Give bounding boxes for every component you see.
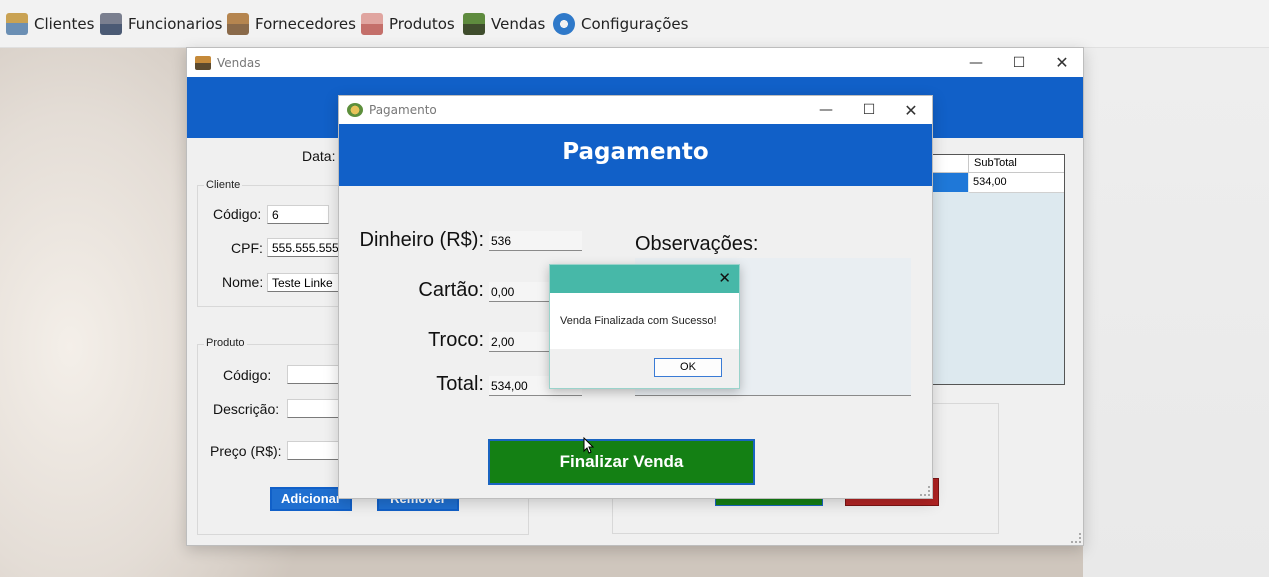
message-box-body: Venda Finalizada com Sucesso! <box>550 293 739 349</box>
menu-vendas-label: Vendas <box>491 15 546 33</box>
vendas-title: Vendas <box>217 55 261 70</box>
cliente-nome-label: Nome: <box>222 274 264 290</box>
confirm-sale-button[interactable] <box>715 498 823 506</box>
menu-funcionarios-label: Funcionarios <box>128 15 223 33</box>
dinheiro-label: Dinheiro (R$): <box>359 229 484 251</box>
ok-button[interactable]: OK <box>654 358 722 377</box>
maximize-button[interactable]: ☐ <box>997 48 1041 77</box>
menu-fornecedores-label: Fornecedores <box>255 15 356 33</box>
success-message-box: ✕ Venda Finalizada com Sucesso! OK <box>549 264 740 389</box>
close-icon[interactable]: ✕ <box>718 269 731 287</box>
cliente-nome-field[interactable]: Teste Linke <box>267 273 339 292</box>
sales-icon <box>195 55 211 70</box>
employees-icon <box>100 13 122 35</box>
troco-label: Troco: <box>428 329 484 351</box>
minimize-button[interactable]: — <box>954 48 998 77</box>
minimize-button[interactable]: — <box>804 96 848 124</box>
pagamento-header: Pagamento <box>339 124 932 186</box>
itens-grid[interactable]: SubTotal 534,00 <box>931 154 1065 385</box>
menu-clientes[interactable]: Clientes <box>6 11 94 37</box>
clients-icon <box>6 13 28 35</box>
produto-preco-label: Preço (R$): <box>210 443 282 459</box>
suppliers-icon <box>227 13 249 35</box>
maximize-button[interactable]: ☐ <box>847 96 891 124</box>
menu-vendas[interactable]: Vendas <box>463 11 545 37</box>
grid-row[interactable]: 534,00 <box>969 173 1064 193</box>
menu-produtos-label: Produtos <box>389 15 455 33</box>
payment-icon <box>347 103 363 117</box>
dinheiro-field[interactable]: 536 <box>489 231 582 251</box>
menu-fornecedores[interactable]: Fornecedores <box>227 11 356 37</box>
grid-header-divider <box>968 155 969 172</box>
close-button[interactable]: ✕ <box>1040 48 1084 77</box>
resize-grip[interactable] <box>920 486 930 496</box>
observacoes-label: Observações: <box>635 233 759 255</box>
produto-descricao-label: Descrição: <box>213 401 280 417</box>
menu-clientes-label: Clientes <box>34 15 95 33</box>
message-text: Venda Finalizada com Sucesso! <box>560 315 717 327</box>
menu-produtos[interactable]: Produtos <box>361 11 455 37</box>
sales-icon <box>463 13 485 35</box>
close-button[interactable]: ✕ <box>889 96 933 124</box>
desktop-background-right <box>1083 47 1269 577</box>
mouse-cursor-icon <box>583 437 595 454</box>
finalizar-venda-button[interactable]: Finalizar Venda <box>488 439 755 485</box>
settings-gear-icon <box>553 13 575 35</box>
grid-header: SubTotal <box>932 155 1064 173</box>
total-label: Total: <box>436 373 484 395</box>
menu-funcionarios[interactable]: Funcionarios <box>100 11 222 37</box>
main-menu-bar: Clientes Funcionarios Fornecedores Produ… <box>0 0 1269 48</box>
cliente-cpf-field[interactable]: 555.555.555- <box>267 238 339 257</box>
produto-group-title: Produto <box>204 337 247 349</box>
cliente-group-title: Cliente <box>204 179 243 191</box>
data-label: Data: <box>302 148 336 164</box>
produto-descricao-field[interactable] <box>287 399 339 418</box>
produto-codigo-field[interactable] <box>287 365 339 384</box>
cliente-codigo-label: Código: <box>213 206 262 222</box>
grid-selected-cell[interactable] <box>932 173 968 192</box>
grid-row-subtotal: 534,00 <box>973 176 1007 188</box>
products-icon <box>361 13 383 35</box>
cliente-codigo-field[interactable]: 6 <box>267 205 329 224</box>
produto-preco-field[interactable] <box>287 441 339 460</box>
cliente-cpf-label: CPF: <box>231 240 263 256</box>
vendas-titlebar: Vendas — ☐ ✕ <box>187 48 1083 77</box>
pagamento-title: Pagamento <box>369 103 437 117</box>
cartao-label: Cartão: <box>418 279 484 301</box>
grid-subtotal-header: SubTotal <box>974 157 1017 169</box>
pagamento-titlebar: Pagamento — ☐ ✕ <box>339 96 932 124</box>
menu-configuracoes-label: Configurações <box>581 15 689 33</box>
message-box-titlebar: ✕ <box>550 265 739 293</box>
resize-grip[interactable] <box>1071 533 1081 543</box>
produto-codigo-label: Código: <box>223 367 272 383</box>
menu-configuracoes[interactable]: Configurações <box>553 11 688 37</box>
